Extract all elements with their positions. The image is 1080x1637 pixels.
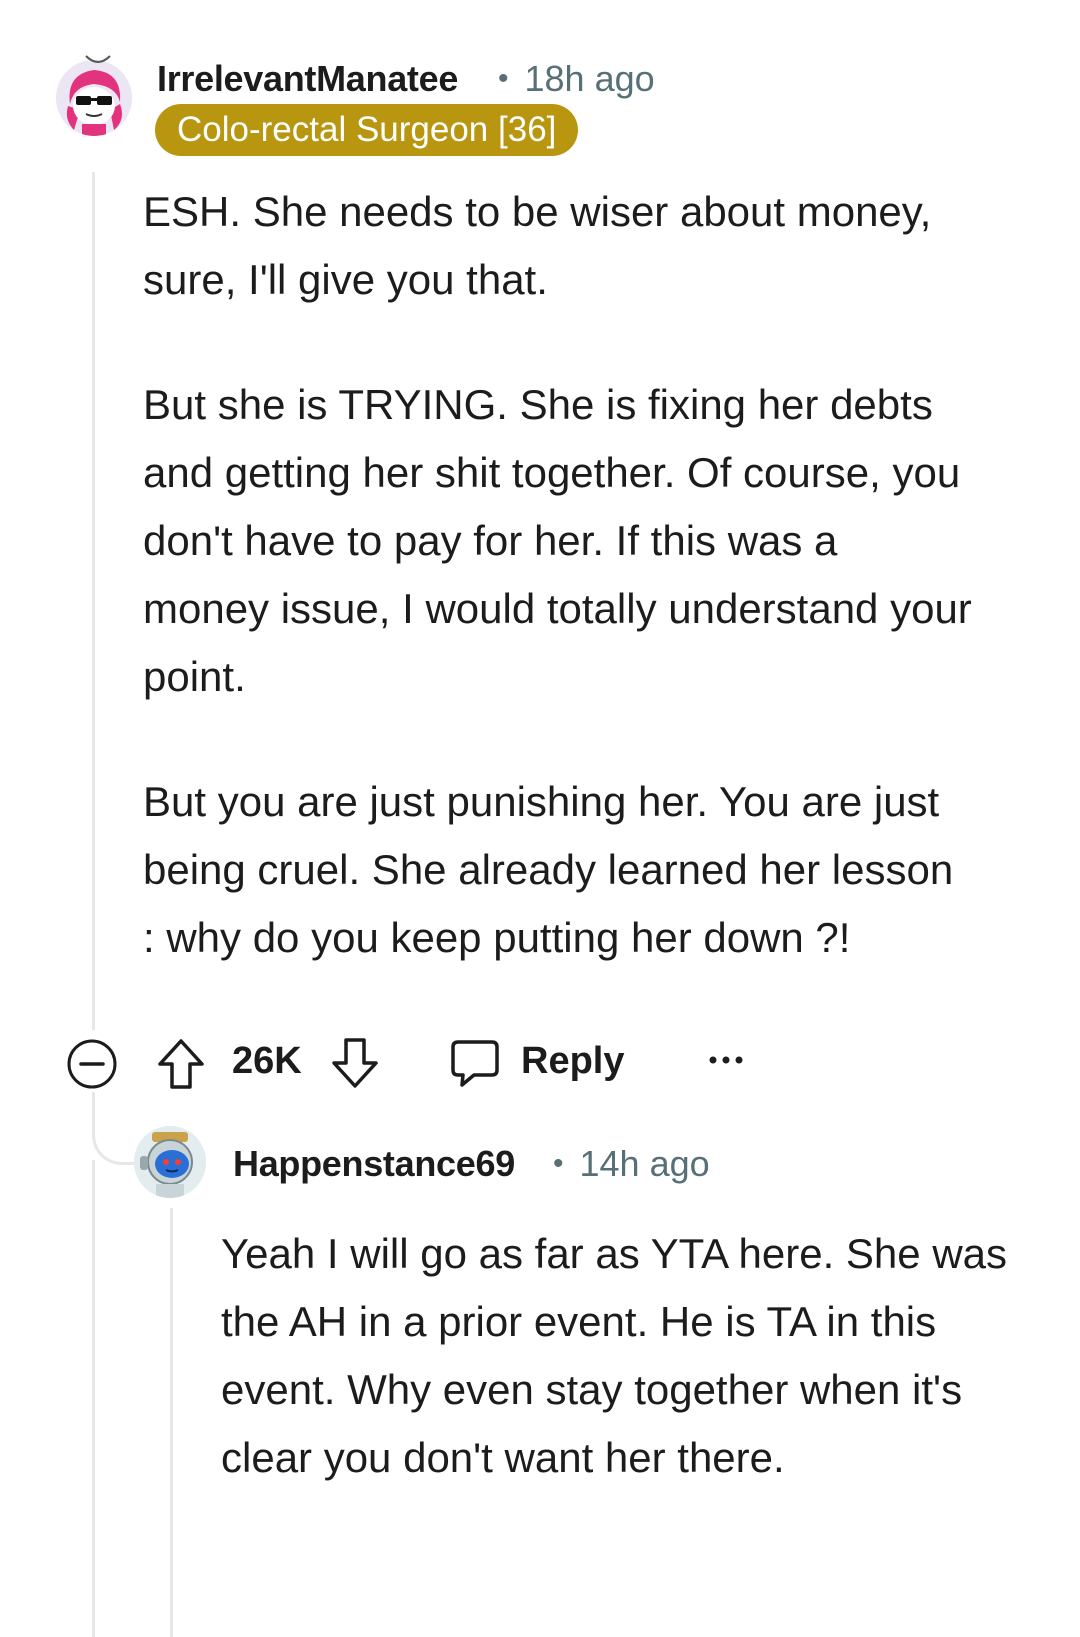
collapse-thread-button[interactable] — [66, 1038, 118, 1090]
thread-line-main-continued[interactable] — [92, 1160, 95, 1637]
user-flair-badge: Colo-rectal Surgeon [36] — [155, 104, 579, 156]
upvote-button[interactable] — [156, 1037, 206, 1091]
thread-line-main[interactable] — [92, 172, 95, 1030]
minus-circle-icon — [67, 1039, 117, 1089]
comment-body: ESH. She needs to be wiser about money, … — [143, 178, 973, 972]
reply-button[interactable]: Reply — [450, 1036, 630, 1092]
thread-line-branch — [92, 1092, 141, 1165]
comment-username[interactable]: IrrelevantManatee — [157, 58, 458, 100]
reply-body: Yeah I will go as far as YTA here. She w… — [221, 1220, 1016, 1492]
user-avatar[interactable] — [134, 1126, 206, 1198]
arrow-down-icon — [332, 1038, 378, 1088]
timestamp-text: 14h ago — [579, 1143, 710, 1184]
comment-paragraph: ESH. She needs to be wiser about money, … — [143, 188, 932, 303]
arrow-up-icon — [158, 1039, 204, 1089]
more-options-button[interactable] — [706, 1050, 746, 1070]
robot-avatar-icon — [134, 1126, 206, 1198]
comment-paragraph: But you are just punishing her. You are … — [143, 778, 954, 961]
antenna-icon — [84, 52, 112, 73]
reply-timestamp: • 14h ago — [553, 1143, 710, 1184]
reply-label: Reply — [521, 1040, 625, 1082]
vote-score: 26K — [232, 1040, 302, 1082]
reply-username[interactable]: Happenstance69 — [233, 1143, 515, 1185]
thread-line-reply[interactable] — [170, 1208, 173, 1637]
more-dots-icon — [709, 1056, 743, 1064]
comment-paragraph: But she is TRYING. She is fixing her deb… — [143, 381, 972, 700]
timestamp-text: 18h ago — [524, 58, 655, 99]
downvote-button[interactable] — [330, 1036, 380, 1090]
comment-timestamp: • 18h ago — [498, 58, 655, 99]
speech-bubble-icon — [451, 1040, 499, 1087]
comment-paragraph: Yeah I will go as far as YTA here. She w… — [221, 1230, 1008, 1481]
